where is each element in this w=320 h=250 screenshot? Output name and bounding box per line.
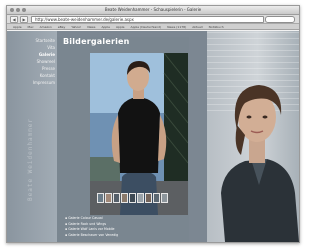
- nav-item-startseite[interactable]: Startseite: [19, 37, 55, 44]
- nav-item-showreel[interactable]: Showreel: [19, 58, 55, 65]
- browser-toolbar: ◀ ▶ http://www.beate-weidenhammer.de/gal…: [7, 15, 299, 24]
- gallery-thumbnail[interactable]: [121, 193, 128, 203]
- nav-item-presse[interactable]: Presse: [19, 65, 55, 72]
- web-page: Startseite Vita Galerie Showreel Presse Konta…: [7, 31, 299, 242]
- bookmarks-bar: Apple Mac Amazon eBay Yahoo! News Apple Apple Ap…: [7, 24, 299, 30]
- bookmark-item[interactable]: Notizbuch: [209, 24, 224, 29]
- bookmark-item[interactable]: Apple: [101, 24, 110, 29]
- gallery-list: Galerie Colour CasualGalerie Rock und Wi…: [65, 216, 118, 238]
- bookmark-item[interactable]: Aktuell: [192, 24, 202, 29]
- gallery-thumbnail[interactable]: [97, 193, 104, 203]
- gallery-link[interactable]: Galerie Wolf Lanis vor Mobile: [65, 227, 118, 233]
- nav-item-impressum[interactable]: Impressum: [19, 79, 55, 86]
- gallery-link[interactable]: Galerie Beschauer von Venedig: [65, 233, 118, 239]
- gallery-thumbnail[interactable]: [145, 193, 152, 203]
- nav-item-vita[interactable]: Vita: [19, 44, 55, 51]
- main-gallery-photo[interactable]: [90, 53, 188, 215]
- back-button[interactable]: ◀: [10, 16, 18, 23]
- bookmark-item[interactable]: Mac: [28, 24, 34, 29]
- nav-item-galerie[interactable]: Galerie: [19, 51, 55, 58]
- site-name-vertical: Beate Weidenhammer: [27, 117, 34, 201]
- gallery-thumbnail[interactable]: [105, 193, 112, 203]
- gallery-thumbnail[interactable]: [153, 193, 160, 203]
- page-heading: Bildergalerien: [63, 37, 130, 46]
- nav-buttons: ◀ ▶: [10, 16, 28, 23]
- forward-button[interactable]: ▶: [20, 16, 28, 23]
- gallery-thumbnail[interactable]: [113, 193, 120, 203]
- bookmark-item[interactable]: Yahoo!: [71, 24, 81, 29]
- portrait-right-image: [221, 85, 299, 242]
- address-bar[interactable]: http://www.beate-weidenhammer.de/galerie…: [31, 16, 264, 23]
- bookmark-item[interactable]: eBay: [58, 24, 66, 29]
- search-field[interactable]: [265, 16, 295, 23]
- browser-window: Beate Weidenhammer - Schauspielerin - Ga…: [6, 5, 300, 243]
- bookmark-item[interactable]: Apple: [13, 24, 22, 29]
- thumbnail-strip: [97, 193, 168, 203]
- bookmark-item[interactable]: News (1178): [167, 24, 186, 29]
- bookmark-item[interactable]: Apple: [116, 24, 125, 29]
- bookmark-item[interactable]: News: [87, 24, 95, 29]
- gallery-thumbnail[interactable]: [137, 193, 144, 203]
- window-title: Beate Weidenhammer - Schauspielerin - Ga…: [104, 7, 202, 12]
- bookmark-item[interactable]: Amazon: [40, 24, 52, 29]
- nav-item-kontakt[interactable]: Kontakt: [19, 72, 55, 79]
- bookmark-item[interactable]: Apple (Deutschland): [131, 24, 162, 29]
- gallery-thumbnail[interactable]: [161, 193, 168, 203]
- gallery-thumbnail[interactable]: [129, 193, 136, 203]
- title-bar: Beate Weidenhammer - Schauspielerin - Ga…: [7, 6, 299, 15]
- site-navigation: Startseite Vita Galerie Showreel Presse Konta…: [19, 37, 55, 86]
